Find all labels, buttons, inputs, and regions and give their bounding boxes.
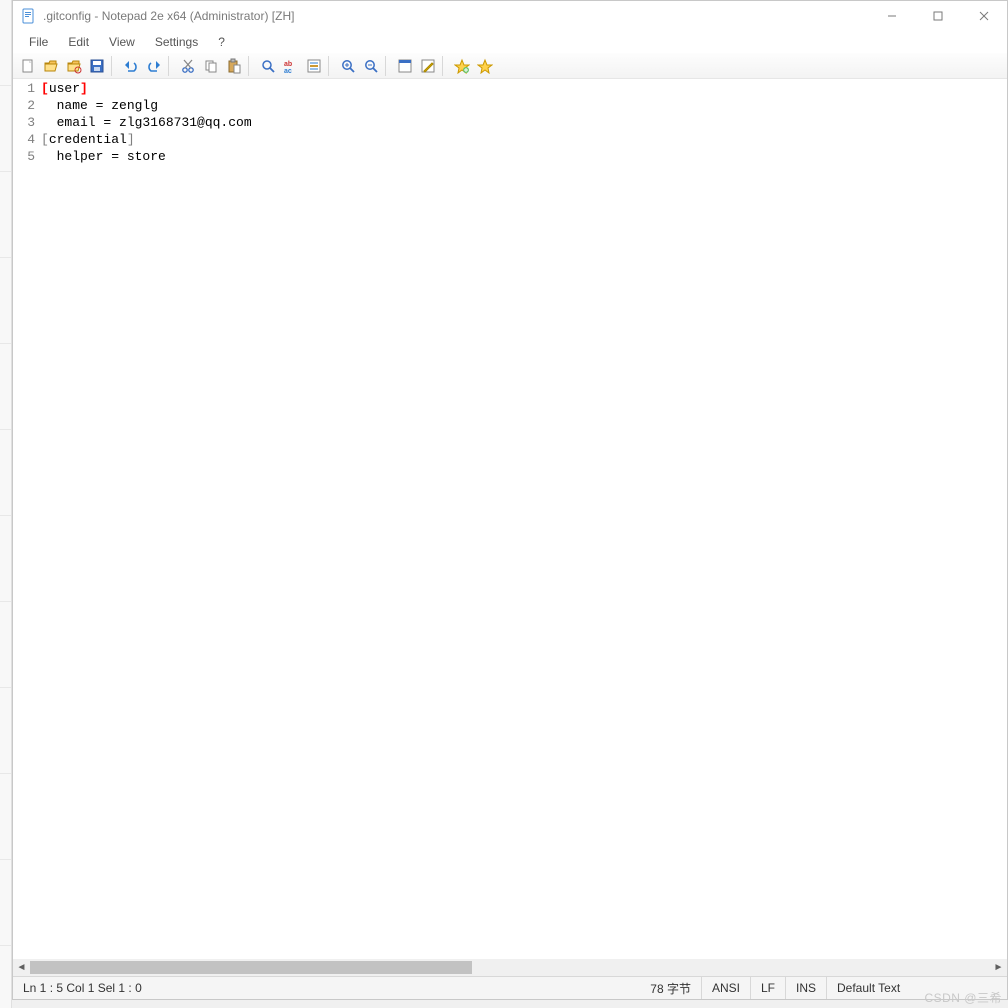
menu-file[interactable]: File [21,33,56,51]
scrollbar-track[interactable] [30,959,990,976]
horizontal-scrollbar[interactable]: ◄ ► [13,959,1007,976]
scrollbar-thumb[interactable] [30,961,472,974]
zoom-out-icon[interactable] [360,55,382,77]
scroll-right-icon[interactable]: ► [990,959,1007,976]
browse-icon[interactable] [63,55,85,77]
save-icon[interactable] [86,55,108,77]
cut-icon[interactable] [177,55,199,77]
status-mode[interactable]: INS [786,977,827,999]
redo-icon[interactable] [143,55,165,77]
paste-icon[interactable] [223,55,245,77]
new-file-icon[interactable] [17,55,39,77]
svg-text:ac: ac [284,68,292,74]
menu-help[interactable]: ? [210,33,233,51]
zoom-in-icon[interactable] [337,55,359,77]
status-eol[interactable]: LF [751,977,786,999]
watermark: CSDN @三希 [924,989,1002,1006]
status-position[interactable]: Ln 1 : 5 Col 1 Sel 1 : 0 [13,977,152,999]
favorites-add-icon[interactable] [451,55,473,77]
goto-icon[interactable] [303,55,325,77]
svg-text:ab: ab [284,61,292,68]
menu-edit[interactable]: Edit [60,33,97,51]
close-button[interactable] [961,1,1007,31]
window-title: .gitconfig - Notepad 2e x64 (Administrat… [43,9,294,23]
toolbar: abac [13,53,1007,79]
code-area[interactable]: [user] name = zenglg email = zlg3168731@… [41,79,1007,959]
line-number-gutter: 12345 [13,79,41,959]
favorites-manage-icon[interactable] [474,55,496,77]
titlebar[interactable]: .gitconfig - Notepad 2e x64 (Administrat… [13,1,1007,31]
maximize-button[interactable] [915,1,961,31]
replace-icon[interactable]: abac [280,55,302,77]
menu-settings[interactable]: Settings [147,33,206,51]
scroll-left-icon[interactable]: ◄ [13,959,30,976]
copy-icon[interactable] [200,55,222,77]
scheme-icon[interactable] [394,55,416,77]
undo-icon[interactable] [120,55,142,77]
app-window: .gitconfig - Notepad 2e x64 (Administrat… [12,0,1008,1000]
background-fragment [0,0,12,1008]
menu-view[interactable]: View [101,33,143,51]
statusbar: Ln 1 : 5 Col 1 Sel 1 : 0 78 字节 ANSI LF I… [13,976,1007,999]
status-size[interactable]: 78 字节 [640,977,702,999]
customize-icon[interactable] [417,55,439,77]
open-file-icon[interactable] [40,55,62,77]
menubar: File Edit View Settings ? [13,31,1007,53]
minimize-button[interactable] [869,1,915,31]
editor: 12345 [user] name = zenglg email = zlg31… [13,79,1007,976]
app-icon [21,8,37,24]
status-encoding[interactable]: ANSI [702,977,751,999]
find-icon[interactable] [257,55,279,77]
